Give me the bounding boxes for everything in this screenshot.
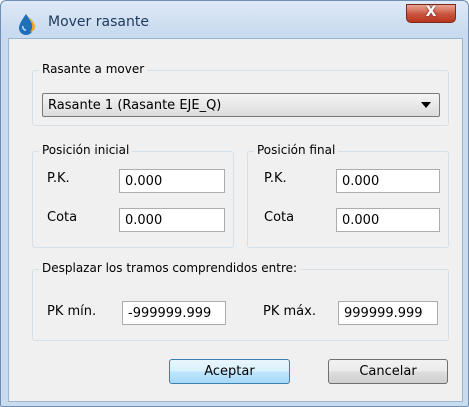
posicion-final-legend: Posición final [254, 143, 339, 157]
accept-button[interactable]: Aceptar [169, 359, 290, 384]
title-bar[interactable]: Mover rasante X [1, 1, 468, 35]
cota-inicial-input[interactable] [119, 208, 225, 232]
dialog-window: Mover rasante X Rasante a mover Rasante … [0, 0, 469, 407]
rasante-select-value: Rasante 1 (Rasante EJE_Q) [48, 98, 222, 113]
posicion-inicial-group: Posición inicial P.K. Cota [32, 143, 234, 248]
cancel-button[interactable]: Cancelar [328, 359, 448, 384]
desplazar-legend: Desplazar los tramos comprendidos entre: [39, 261, 301, 275]
app-drop-icon [19, 14, 35, 35]
close-icon: X [425, 4, 437, 20]
rasante-group: Rasante a mover Rasante 1 (Rasante EJE_Q… [32, 62, 449, 126]
pk-min-input[interactable] [122, 301, 226, 325]
window-title: Mover rasante [48, 14, 149, 30]
rasante-select[interactable]: Rasante 1 (Rasante EJE_Q) [42, 93, 440, 117]
cota-final-input[interactable] [336, 208, 440, 232]
pk-inicial-label: P.K. [47, 171, 70, 186]
posicion-inicial-legend: Posición inicial [39, 143, 133, 157]
rasante-group-legend: Rasante a mover [39, 62, 148, 76]
chevron-down-icon [421, 102, 431, 108]
pk-max-label: PK máx. [263, 304, 316, 319]
close-button[interactable]: X [406, 4, 456, 23]
posicion-final-group: Posición final P.K. Cota [247, 143, 449, 248]
pk-inicial-input[interactable] [119, 169, 225, 193]
desplazar-group: Desplazar los tramos comprendidos entre:… [32, 261, 449, 341]
pk-min-label: PK mín. [47, 304, 97, 319]
dialog-body: Rasante a mover Rasante 1 (Rasante EJE_Q… [8, 38, 463, 402]
cota-inicial-label: Cota [47, 210, 78, 225]
cota-final-label: Cota [264, 210, 295, 225]
pk-max-input[interactable] [338, 301, 438, 325]
pk-final-label: P.K. [264, 171, 287, 186]
pk-final-input[interactable] [336, 169, 440, 193]
